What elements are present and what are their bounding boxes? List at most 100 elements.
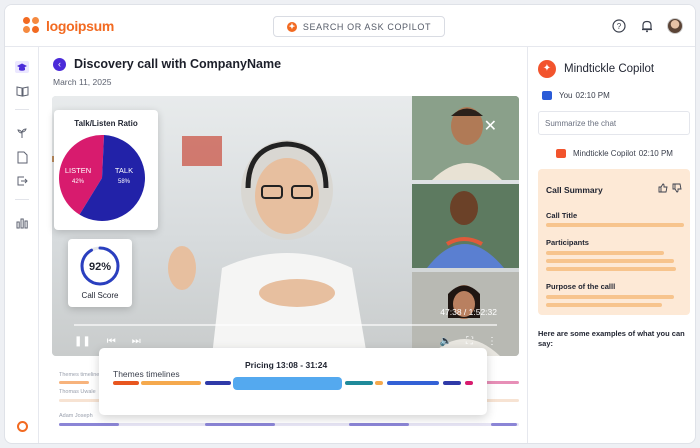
theme-segment[interactable]: [387, 381, 439, 385]
skip-forward-icon[interactable]: ⏭: [132, 336, 141, 347]
thumbs-up-icon[interactable]: [658, 183, 668, 193]
top-bar: logoipsum ✦ SEARCH OR ASK COPILOT ?: [5, 5, 695, 47]
examples-hint: Here are some examples of what you can s…: [538, 329, 685, 348]
logo-icon: [23, 17, 41, 35]
book-icon[interactable]: [14, 83, 30, 99]
user-avatar[interactable]: [667, 18, 683, 34]
document-icon[interactable]: [14, 149, 30, 165]
themes-label: Themes timelines: [113, 369, 180, 379]
you-time: 02:10 PM: [575, 91, 610, 100]
timeline-track: [59, 381, 89, 384]
video-progress-bar[interactable]: [74, 324, 497, 326]
call-summary-card: Call Summary Call Title Participants Pur…: [538, 169, 690, 315]
copilot-panel: ✦ Mindtickle Copilot You 02:10 PM Summar…: [527, 47, 695, 443]
talk-listen-pie: LISTEN 42% TALK 58%: [59, 135, 146, 221]
user-message: Summarize the chat: [538, 111, 690, 135]
talk-pct: 58%: [118, 179, 131, 185]
theme-segment[interactable]: [443, 381, 461, 385]
talk-listen-card: Talk/Listen Ratio LISTEN 42% TALK 58%: [54, 110, 158, 230]
graduation-cap-icon[interactable]: [14, 59, 30, 75]
call-score-value: 92%: [89, 261, 111, 273]
chat-bubble-icon: [542, 91, 552, 100]
chat-bubble-icon: [556, 149, 566, 158]
call-date: March 11, 2025: [53, 77, 112, 87]
page-title: Discovery call with CompanyName: [74, 57, 282, 71]
copilot-icon: ✦: [286, 21, 297, 32]
video-timecode: 47:38 / 1:52:32: [440, 307, 497, 317]
summary-placeholder-bar: [546, 295, 674, 299]
theme-segment[interactable]: [205, 381, 231, 385]
feedback-icons: [658, 183, 682, 193]
timeline-row-label: Themes timelines: [59, 372, 103, 378]
help-icon[interactable]: ?: [611, 18, 627, 34]
talk-label: TALK: [115, 166, 133, 175]
logo-text: logoipsum: [46, 18, 115, 34]
summary-placeholder-bar: [546, 223, 684, 227]
main-speaker-image: [168, 140, 367, 356]
themes-timeline-card: Pricing 13:08 - 31:24 Themes timelines: [99, 348, 487, 415]
bot-message-meta: Mindtickle Copilot 02:10 PM: [556, 149, 673, 158]
theme-segment[interactable]: [375, 381, 383, 385]
copilot-search-button[interactable]: ✦ SEARCH OR ASK COPILOT: [273, 16, 445, 37]
theme-segment[interactable]: [113, 381, 139, 385]
timeline-track: [485, 381, 519, 384]
sidebar: [5, 47, 39, 443]
bot-label: Mindtickle Copilot: [573, 149, 636, 158]
timeline-row-label: Adam Joseph: [59, 413, 93, 419]
call-score-card: 92% Call Score: [68, 239, 132, 307]
bell-icon[interactable]: [639, 18, 655, 34]
timeline-segment: [349, 423, 409, 426]
theme-segment[interactable]: [141, 381, 201, 385]
participant-tile-1[interactable]: [412, 96, 519, 180]
thumbs-down-icon[interactable]: [672, 183, 682, 193]
bot-time: 02:10 PM: [638, 149, 673, 158]
summary-section-label: Participants: [546, 238, 589, 247]
theme-segment[interactable]: [465, 381, 473, 385]
timeline-segment: [205, 423, 275, 426]
top-icons: ?: [611, 18, 683, 34]
brand-icon[interactable]: [17, 421, 28, 432]
theme-segment-pricing[interactable]: [233, 377, 342, 390]
summary-placeholder-bar: [546, 303, 662, 307]
call-score-ring: 92%: [80, 246, 120, 286]
you-label: You: [559, 91, 573, 100]
summary-placeholder-bar: [546, 251, 664, 255]
video-controls: ❚❚ ⏮ ⏭: [74, 336, 141, 347]
talk-listen-title: Talk/Listen Ratio: [74, 119, 138, 128]
svg-text:?: ?: [617, 22, 622, 31]
summary-section-label: Purpose of the calll: [546, 282, 616, 291]
copilot-logo-icon: ✦: [538, 60, 556, 78]
video-controls-right: 🔈 ⛶ ⋮: [440, 336, 497, 347]
skip-back-icon[interactable]: ⏮: [107, 336, 116, 347]
app-window: logoipsum ✦ SEARCH OR ASK COPILOT ? ‹ Di…: [4, 4, 696, 444]
export-icon[interactable]: [14, 173, 30, 189]
pricing-theme-label: Pricing 13:08 - 31:24: [245, 360, 328, 370]
timeline-segment: [491, 423, 517, 426]
volume-icon[interactable]: 🔈: [440, 336, 452, 347]
user-message-meta: You 02:10 PM: [542, 91, 610, 100]
timeline-segment: [59, 423, 119, 426]
sidebar-divider: [15, 109, 29, 110]
call-header: ‹ Discovery call with CompanyName: [53, 57, 281, 71]
copilot-header: ✦ Mindtickle Copilot: [538, 60, 654, 78]
timeline-row-label: Thomas Uwale: [59, 389, 96, 395]
logo[interactable]: logoipsum: [23, 17, 114, 35]
more-icon[interactable]: ⋮: [487, 336, 497, 347]
sidebar-divider: [15, 199, 29, 200]
summary-placeholder-bar: [546, 259, 674, 263]
call-score-label: Call Score: [81, 291, 119, 300]
plant-icon[interactable]: [14, 125, 30, 141]
summary-section-label: Call Title: [546, 211, 578, 220]
pause-icon[interactable]: ❚❚: [74, 336, 91, 347]
timeline-track: [59, 423, 519, 426]
bar-chart-icon[interactable]: [14, 215, 30, 231]
participant-tile-2[interactable]: [412, 184, 519, 268]
back-button[interactable]: ‹: [53, 57, 66, 71]
theme-segment[interactable]: [345, 381, 373, 385]
close-icon[interactable]: ✕: [484, 116, 497, 136]
summary-placeholder-bar: [546, 267, 676, 271]
listen-label: LISTEN: [65, 166, 91, 175]
copilot-title: Mindtickle Copilot: [564, 63, 655, 75]
search-label: SEARCH OR ASK COPILOT: [302, 21, 432, 32]
fullscreen-icon[interactable]: ⛶: [466, 336, 473, 347]
